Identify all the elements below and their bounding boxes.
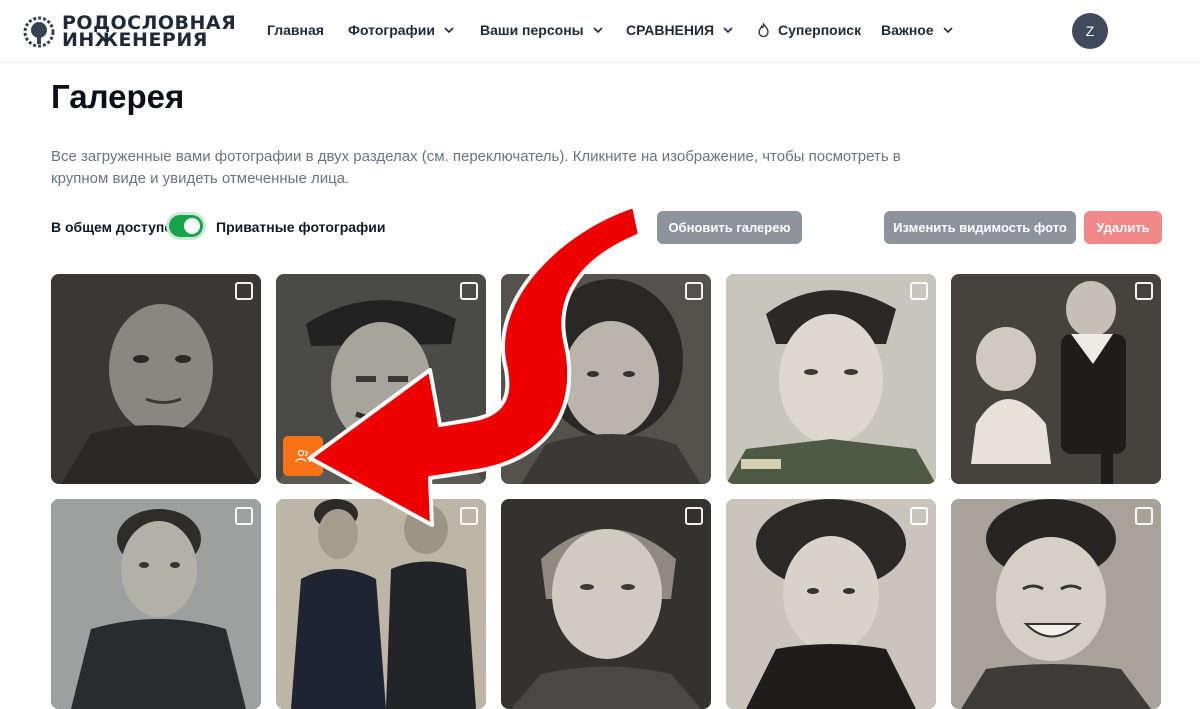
nav-persons[interactable]: Ваши персоны [480,22,604,38]
people-icon [295,449,311,463]
nav-home[interactable]: Главная [267,22,324,38]
visibility-toggle[interactable] [169,215,203,237]
photo-thumbnail [51,499,261,709]
photo-card-4[interactable] [726,274,936,484]
photo-card-1[interactable] [51,274,261,484]
photo-thumbnail [501,499,711,709]
nav-important-label: Важное [881,22,934,38]
nav-persons-label: Ваши персоны [480,22,584,38]
photo-select-checkbox[interactable] [1135,507,1153,525]
photo-card-8[interactable] [501,499,711,709]
photo-card-9[interactable] [726,499,936,709]
photo-thumbnail [951,274,1161,484]
public-label: В общем доступе [51,219,173,235]
photo-card-7[interactable] [276,499,486,709]
photo-card-10[interactable] [951,499,1161,709]
user-avatar[interactable]: Z [1072,13,1108,49]
tree-logo-icon [23,16,55,48]
nav-photos-label: Фотографии [348,22,436,38]
photo-card-6[interactable] [51,499,261,709]
photo-thumbnail [951,499,1161,709]
nav-supersearch[interactable]: Суперпоиск [757,22,861,38]
nav-important[interactable]: Важное [881,22,954,38]
change-visibility-button[interactable]: Изменить видимость фото [884,211,1076,244]
photo-select-checkbox[interactable] [685,507,703,525]
photo-card-3[interactable] [501,274,711,484]
page-title: Галерея [51,78,185,115]
tagged-faces-badge[interactable] [283,436,323,476]
photo-thumbnail [726,274,936,484]
photo-thumbnail [726,499,936,709]
nav-home-label: Главная [267,22,324,38]
nav-comparisons-label: СРАВНЕНИЯ [626,22,715,38]
photo-thumbnail [51,274,261,484]
private-label: Приватные фотографии [216,219,386,235]
photo-select-checkbox[interactable] [910,507,928,525]
photo-select-checkbox[interactable] [910,282,928,300]
nav-photos[interactable]: Фотографии [348,22,455,38]
refresh-gallery-button[interactable]: Обновить галерею [657,211,802,244]
photo-thumbnail [501,274,711,484]
photo-select-checkbox[interactable] [235,282,253,300]
delete-button[interactable]: Удалить [1084,211,1162,244]
page-description: Все загруженные вами фотографии в двух р… [51,148,901,187]
chevron-down-icon [593,27,603,34]
chevron-down-icon [943,27,953,34]
top-navbar: РОДОСЛОВНАЯ ИНЖЕНЕРИЯ Главная Фотографии… [0,0,1200,63]
nav-comparisons[interactable]: СРАВНЕНИЯ [626,22,734,38]
logo-line-2: ИНЖЕНЕРИЯ [62,29,208,51]
photo-select-checkbox[interactable] [460,507,478,525]
toggle-knob [184,218,200,234]
photo-select-checkbox[interactable] [685,282,703,300]
photo-select-checkbox[interactable] [460,282,478,300]
chevron-down-icon [444,27,454,34]
flame-icon [758,23,769,37]
photo-select-checkbox[interactable] [1135,282,1153,300]
photo-thumbnail [276,499,486,709]
photo-card-5[interactable] [951,274,1161,484]
photo-select-checkbox[interactable] [235,507,253,525]
chevron-down-icon [723,27,733,34]
nav-supersearch-label: Суперпоиск [778,22,862,38]
site-logo[interactable]: РОДОСЛОВНАЯ ИНЖЕНЕРИЯ [20,14,236,51]
